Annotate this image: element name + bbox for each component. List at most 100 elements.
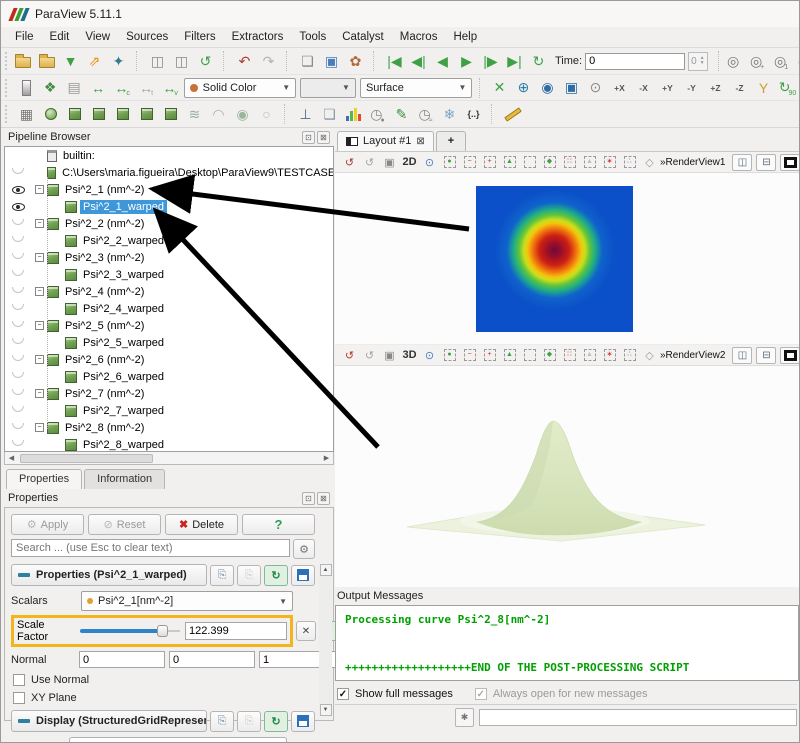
normal-z-input[interactable]: [259, 651, 345, 668]
zoom-to-box-icon[interactable]: ⊙: [584, 76, 607, 99]
play-backward-icon[interactable]: ◀: [431, 50, 454, 73]
scroll-up-icon[interactable]: ▲: [320, 564, 332, 576]
colormap-plot-2d[interactable]: [476, 186, 633, 332]
visibility-off-icon[interactable]: [5, 290, 31, 293]
pipeline-item-label[interactable]: Psi^2_6 (nm^-2): [62, 353, 147, 367]
pipeline-item[interactable]: −Psi^2_4 (nm^-2): [5, 283, 333, 300]
set-view-minus-x-button[interactable]: -X: [632, 76, 655, 99]
zoom-to-box-view-icon[interactable]: ⊙: [420, 346, 439, 364]
color-swatch-icon[interactable]: [15, 76, 38, 99]
hover-cells-icon[interactable]: ∴: [620, 346, 639, 364]
visibility-off-icon[interactable]: [5, 409, 31, 412]
plot-data-icon[interactable]: ✎: [390, 103, 413, 126]
select-cells-rect-icon[interactable]: ●: [440, 153, 459, 171]
save-display-button[interactable]: [291, 711, 315, 732]
pipeline-item[interactable]: Psi^2_2_warped: [5, 232, 333, 249]
component-select[interactable]: ▼: [300, 78, 356, 98]
representation-select[interactable]: Surface ▼: [360, 78, 472, 98]
select-block-icon[interactable]: ◇: [640, 153, 659, 171]
render-view-2-label[interactable]: »RenderView2: [660, 350, 728, 361]
interactive-select-points-icon[interactable]: ∗: [600, 346, 619, 364]
visibility-off-icon[interactable]: [5, 256, 31, 259]
grow-selection-icon[interactable]: +: [480, 346, 499, 364]
save-state-icon[interactable]: [35, 50, 58, 73]
pipeline-item[interactable]: −Psi^2_2 (nm^-2): [5, 215, 333, 232]
spinner-arrows-icon[interactable]: ▲▼: [700, 56, 705, 66]
render-view-2[interactable]: [335, 366, 799, 587]
interactive-select-cells-icon[interactable]: ∷: [560, 346, 579, 364]
close-panel-button[interactable]: ⊠: [317, 492, 330, 505]
set-view-minus-y-button[interactable]: -Y: [680, 76, 703, 99]
maximize-view-icon[interactable]: [780, 154, 800, 171]
previous-frame-icon[interactable]: ◀|: [407, 50, 430, 73]
pipeline-item-label[interactable]: C:\Users\maria.figueira\Desktop\ParaView…: [59, 166, 333, 180]
pipeline-item-label[interactable]: Psi^2_5_warped: [80, 336, 167, 350]
select-block-icon[interactable]: ◇: [640, 346, 659, 364]
normal-y-input[interactable]: [169, 651, 255, 668]
visibility-off-icon[interactable]: [5, 341, 31, 344]
abort-progress-button[interactable]: ✱: [455, 708, 474, 727]
zoom-closest-to-data-icon[interactable]: ▣: [560, 76, 583, 99]
calculator-icon[interactable]: ▦: [15, 103, 38, 126]
threshold-icon[interactable]: [111, 103, 134, 126]
select-points-rect-icon[interactable]: [520, 346, 539, 364]
pipeline-item[interactable]: Psi^2_5_warped: [5, 334, 333, 351]
visibility-on-icon[interactable]: [5, 186, 31, 194]
visibility-off-icon[interactable]: [5, 443, 31, 446]
delete-button[interactable]: ✖ Delete: [165, 514, 238, 535]
reset-session-icon[interactable]: ↺: [194, 50, 217, 73]
pipeline-item-label[interactable]: Psi^2_4_warped: [80, 302, 167, 316]
pipeline-item[interactable]: builtin:: [5, 147, 333, 164]
pipeline-item[interactable]: −Psi^2_3 (nm^-2): [5, 249, 333, 266]
pipeline-item-label[interactable]: Psi^2_3 (nm^-2): [62, 251, 147, 265]
split-vertical-icon[interactable]: ⊟: [756, 347, 776, 364]
capture-view-icon[interactable]: ▣: [380, 346, 399, 364]
undo-icon[interactable]: ↶: [233, 50, 256, 73]
plot-selection-over-time-icon[interactable]: ◷●: [366, 103, 389, 126]
camera-link-icon[interactable]: ◎+: [746, 50, 769, 73]
slice-icon[interactable]: [87, 103, 110, 126]
undock-panel-button[interactable]: ⊡: [302, 492, 315, 505]
render-view-1[interactable]: [335, 173, 799, 345]
set-view-plus-y-button[interactable]: +Y: [656, 76, 679, 99]
pipeline-item[interactable]: −Psi^2_8 (nm^-2): [5, 419, 333, 436]
histogram-icon[interactable]: [342, 103, 365, 126]
scroll-down-icon[interactable]: ▼: [320, 704, 332, 716]
pipeline-item-label[interactable]: Psi^2_1_warped: [80, 200, 167, 214]
remove-selection-icon[interactable]: −: [460, 346, 479, 364]
rotate-90-clockwise-icon[interactable]: ↻90: [776, 76, 799, 99]
rescale-to-data-range-icon[interactable]: ↔: [87, 76, 110, 99]
set-view-plus-x-button[interactable]: +X: [608, 76, 631, 99]
scroll-right-icon[interactable]: ▶: [320, 454, 333, 462]
tab-layout-1[interactable]: Layout #1 ⊠: [337, 131, 434, 151]
pipeline-item-label[interactable]: Psi^2_8 (nm^-2): [62, 421, 147, 435]
adjust-camera-icon[interactable]: ↺: [340, 153, 359, 171]
show-full-messages-checkbox[interactable]: [337, 688, 349, 700]
toolbar-grip[interactable]: [5, 52, 7, 70]
copy-display-button[interactable]: ⎘: [210, 711, 234, 732]
pipeline-item-label[interactable]: Psi^2_1 (nm^-2): [62, 183, 147, 197]
pipeline-item-label[interactable]: Psi^2_7_warped: [80, 404, 167, 418]
pipeline-item-label[interactable]: Psi^2_2_warped: [80, 234, 167, 248]
auto-apply-icon[interactable]: ❏: [296, 50, 319, 73]
use-normal-checkbox[interactable]: [13, 674, 25, 686]
pipeline-item-label[interactable]: Psi^2_2 (nm^-2): [62, 217, 147, 231]
collapse-expander-icon[interactable]: −: [35, 355, 44, 364]
color-palette-icon[interactable]: ✿: [344, 50, 367, 73]
save-data-icon[interactable]: ▼: [59, 50, 82, 73]
programmable-filter-button[interactable]: {..}: [462, 103, 485, 126]
split-horizontal-icon[interactable]: ◫: [732, 154, 752, 171]
plot-data-over-time-icon[interactable]: ◷≈: [414, 103, 437, 126]
pipeline-item[interactable]: − Psi^2_6 (nm^-2): [5, 351, 333, 368]
link-camera-icon[interactable]: ↺: [360, 153, 379, 171]
collapse-expander-icon[interactable]: −: [35, 185, 44, 194]
warp-by-vector-icon[interactable]: ◠: [207, 103, 230, 126]
pipeline-item[interactable]: − Psi^2_1 (nm^-2): [5, 181, 333, 198]
maximize-view-icon[interactable]: [780, 347, 800, 364]
glyph-icon[interactable]: [159, 103, 182, 126]
disconnect-server-icon[interactable]: ◫: [170, 50, 193, 73]
interactive-select-points-icon[interactable]: ∗: [600, 153, 619, 171]
visibility-on-icon[interactable]: [5, 203, 31, 211]
toolbar-grip[interactable]: [5, 105, 11, 123]
capture-screenshot-icon[interactable]: ⇗: [83, 50, 106, 73]
